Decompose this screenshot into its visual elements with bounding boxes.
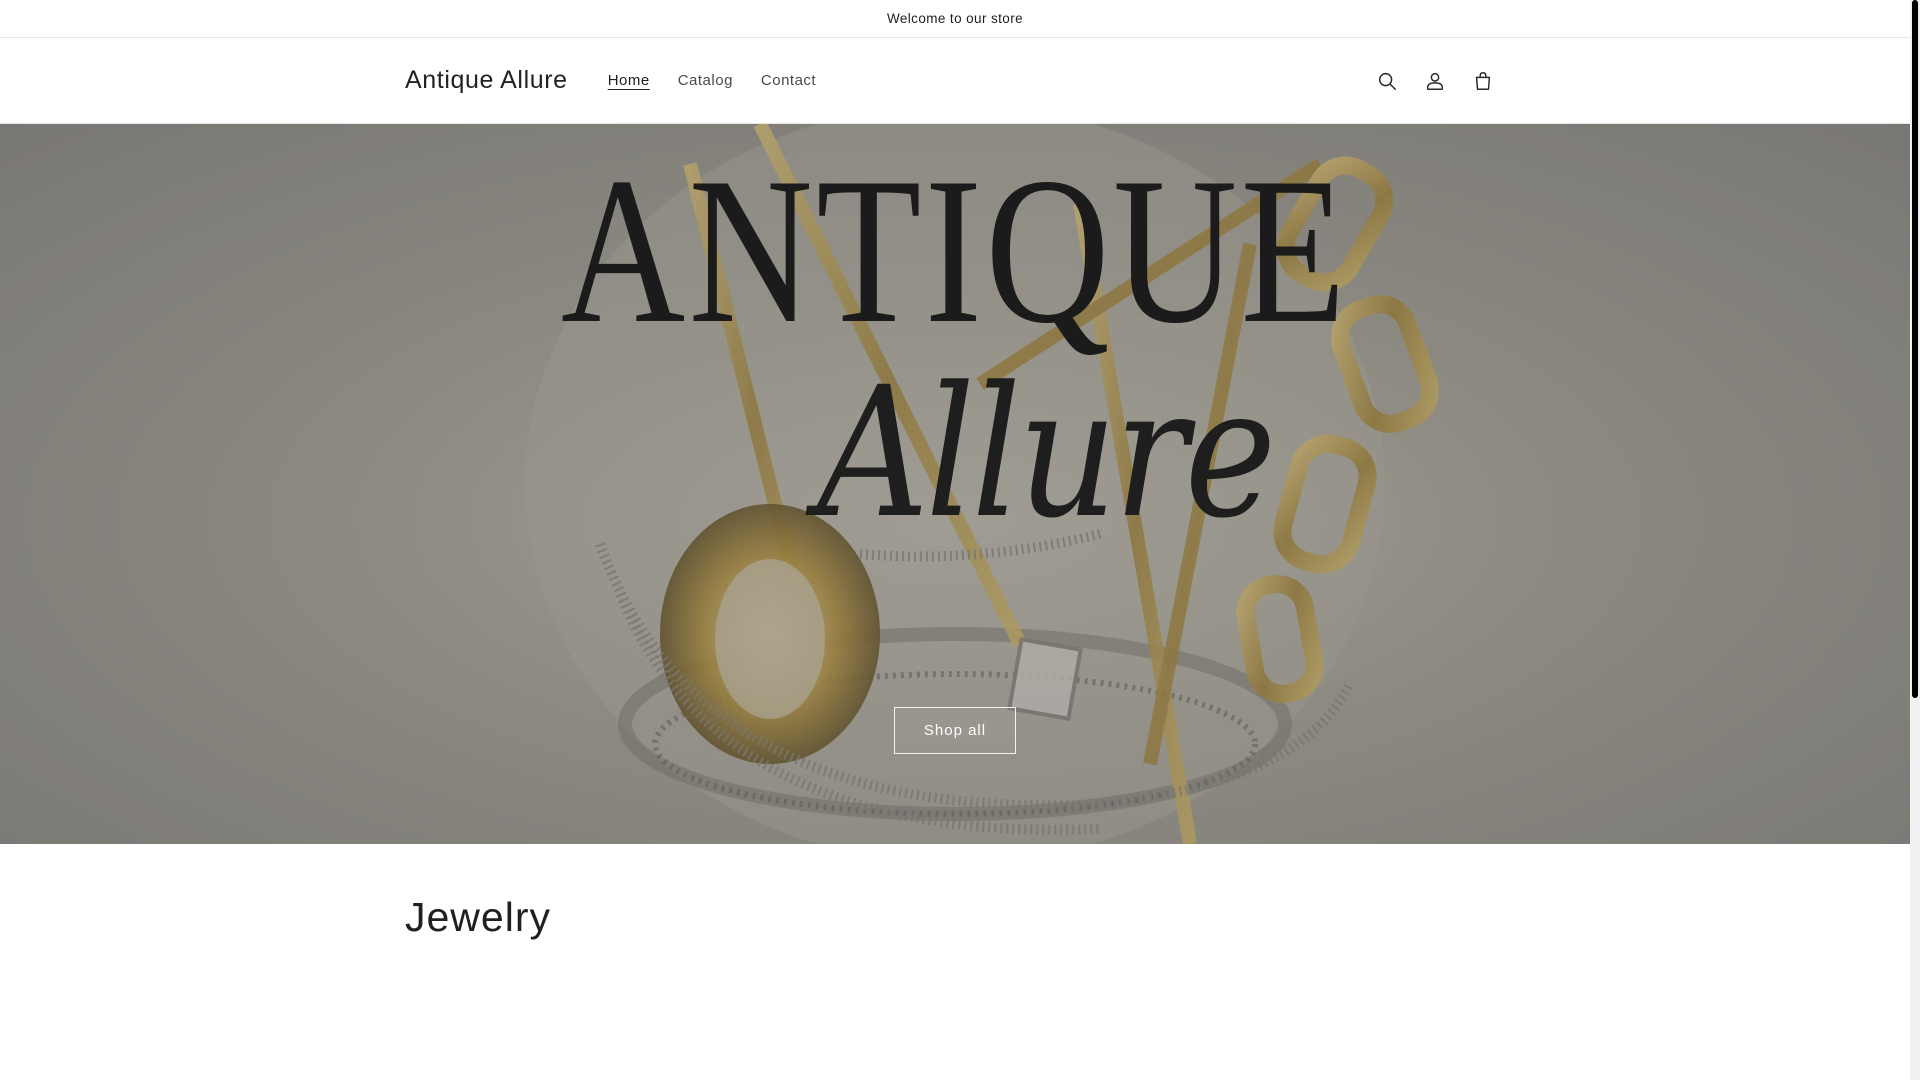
page-scrollbar[interactable] [1910,0,1920,1080]
account-icon [1426,72,1444,90]
nav-catalog[interactable]: Catalog [666,66,745,95]
announcement-text: Welcome to our store [886,11,1024,26]
header-icons [1365,59,1505,103]
site-header: Antique Allure Home Catalog Contact [0,38,1910,124]
collection-heading: Jewelry [405,894,551,940]
page: Welcome to our store Antique Allure Home… [0,0,1910,1080]
search-button[interactable] [1365,59,1409,103]
account-button[interactable] [1413,59,1457,103]
hero-subtitle: Allure [817,349,1276,558]
hero-title: ANTIQUE [560,135,1350,367]
scrollbar-thumb[interactable] [1912,0,1918,698]
announcement-bar: Welcome to our store [0,0,1910,38]
store-logo[interactable]: Antique Allure [405,66,568,95]
main-nav: Home Catalog Contact [596,66,828,95]
hero-banner: ANTIQUE Allure Shop all [0,124,1910,844]
header-inner: Antique Allure Home Catalog Contact [405,38,1505,123]
shop-all-button[interactable]: Shop all [894,707,1016,754]
cart-icon [1475,71,1491,90]
nav-contact[interactable]: Contact [749,66,828,95]
cart-button[interactable] [1461,59,1505,103]
nav-home[interactable]: Home [596,66,662,95]
search-icon [1378,72,1396,90]
